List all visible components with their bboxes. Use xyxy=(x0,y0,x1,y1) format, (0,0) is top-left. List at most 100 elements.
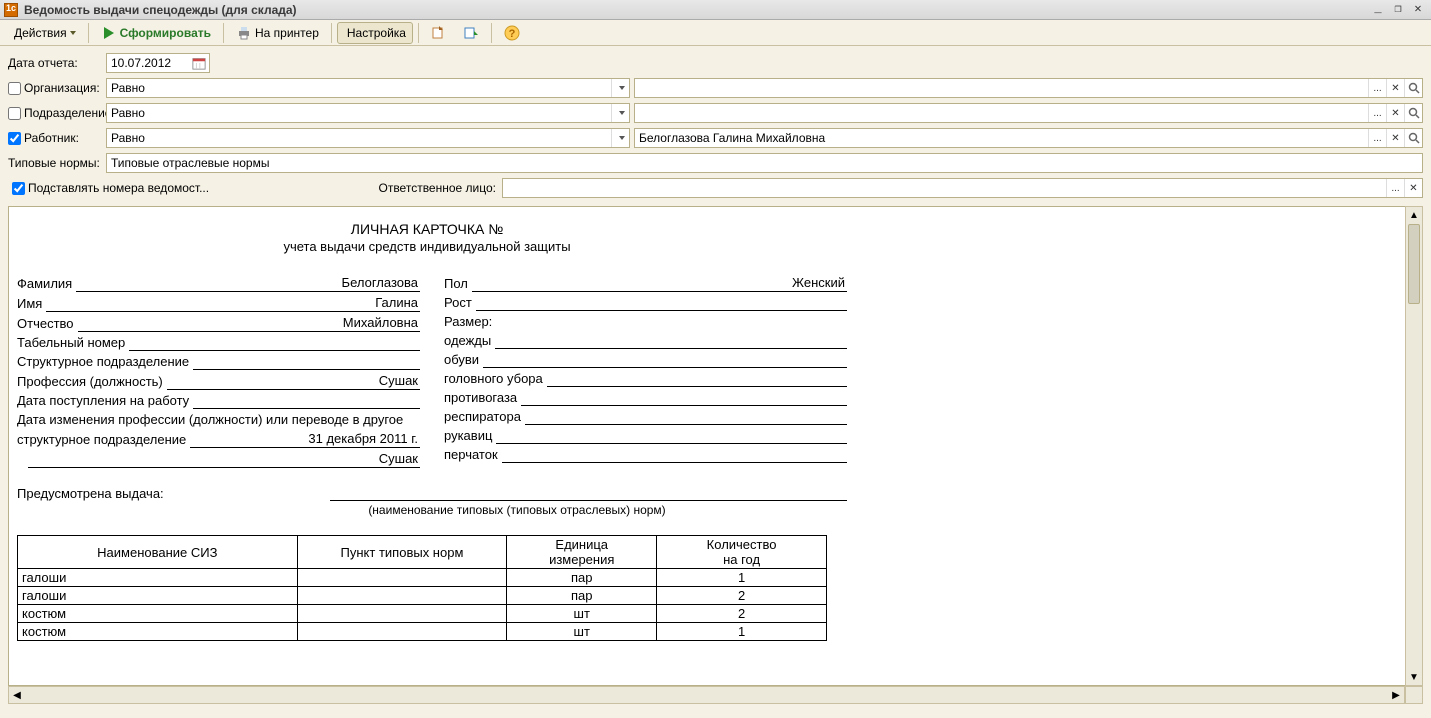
norms-field[interactable]: Типовые отраслевые нормы xyxy=(106,153,1423,173)
respirator-value xyxy=(525,411,847,425)
emp-label-cell: Работник: xyxy=(8,131,106,145)
div-op-dropdown-button[interactable] xyxy=(611,104,629,122)
org-operator-combo[interactable]: Равно xyxy=(106,78,630,98)
date-value: 10.07.2012 xyxy=(109,56,191,70)
sex-value: Женский xyxy=(472,274,847,292)
subst-checkbox[interactable] xyxy=(12,182,25,195)
div-clear-button[interactable]: ✕ xyxy=(1386,104,1404,122)
prof-label: Профессия (должность) xyxy=(17,373,167,390)
chevron-down-icon xyxy=(619,136,625,140)
div-operator-combo[interactable]: Равно xyxy=(106,103,630,123)
scroll-thumb[interactable] xyxy=(1408,224,1420,304)
cell-name: галоши xyxy=(18,569,298,587)
org-open-button[interactable] xyxy=(1404,79,1422,97)
shoes-value xyxy=(483,354,847,368)
horizontal-scrollbar[interactable]: ◀ ▶ xyxy=(8,686,1405,704)
org-ellipsis-button[interactable]: ... xyxy=(1368,79,1386,97)
div-ellipsis-button[interactable]: ... xyxy=(1368,104,1386,122)
issue-caption: (наименование типовых (типовых отраслевы… xyxy=(187,503,847,517)
org-value-field[interactable]: ... ✕ xyxy=(634,78,1423,98)
org-clear-button[interactable]: ✕ xyxy=(1386,79,1404,97)
emp-operator-combo[interactable]: Равно xyxy=(106,128,630,148)
cell-name: костюм xyxy=(18,605,298,623)
cell-norm xyxy=(297,605,507,623)
resp-field[interactable]: ... ✕ xyxy=(502,178,1423,198)
form-button[interactable]: Сформировать xyxy=(94,22,218,44)
cell-name: костюм xyxy=(18,623,298,641)
export-button[interactable] xyxy=(424,22,454,44)
report-date-field[interactable]: 10.07.2012 xyxy=(106,53,210,73)
cell-norm xyxy=(297,587,507,605)
emp-checkbox[interactable] xyxy=(8,132,21,145)
div-label: Подразделение: xyxy=(24,106,115,120)
minimize-button[interactable]: _ xyxy=(1369,3,1387,17)
calendar-icon[interactable] xyxy=(191,55,207,71)
report-area[interactable]: ЛИЧНАЯ КАРТОЧКА № учета выдачи средств и… xyxy=(8,206,1423,686)
settings-button[interactable]: Настройка xyxy=(337,22,413,44)
div-value-field[interactable]: ... ✕ xyxy=(634,103,1423,123)
scroll-up-arrow[interactable]: ▲ xyxy=(1406,207,1422,223)
table-row: костюмшт2 xyxy=(18,605,827,623)
sizes-label: Размер: xyxy=(444,313,496,330)
cell-qty: 2 xyxy=(657,587,827,605)
gas-value xyxy=(521,392,847,406)
emp-ellipsis-button[interactable]: ... xyxy=(1368,129,1386,147)
titlebar: Ведомость выдачи спецодежды (для склада)… xyxy=(0,0,1431,20)
table-row: костюмшт1 xyxy=(18,623,827,641)
respirator-label: респиратора xyxy=(444,408,525,425)
org-checkbox[interactable] xyxy=(8,82,21,95)
app-icon xyxy=(4,3,18,17)
scroll-left-arrow[interactable]: ◀ xyxy=(9,688,25,704)
scroll-right-arrow[interactable]: ▶ xyxy=(1388,687,1404,703)
print-label: На принтер xyxy=(255,26,319,40)
firstname-label: Имя xyxy=(17,295,46,312)
svg-text:?: ? xyxy=(509,28,516,40)
doc-title-1: ЛИЧНАЯ КАРТОЧКА № xyxy=(17,221,837,237)
table-row: галошипар1 xyxy=(18,569,827,587)
subst-label: Подставлять номера ведомост... xyxy=(28,181,209,195)
emp-value-field[interactable]: Белоглазова Галина Михайловна ... ✕ xyxy=(634,128,1423,148)
emp-op-value: Равно xyxy=(107,131,611,145)
resp-clear-button[interactable]: ✕ xyxy=(1404,179,1422,197)
prof-value: Сушак xyxy=(167,372,420,390)
div-op-value: Равно xyxy=(107,106,611,120)
chevron-down-icon xyxy=(619,111,625,115)
maximize-button[interactable]: ❐ xyxy=(1389,3,1407,17)
emp-label: Работник: xyxy=(24,131,79,145)
org-op-dropdown-button[interactable] xyxy=(611,79,629,97)
print-button[interactable]: На принтер xyxy=(229,22,326,44)
help-button[interactable]: ? xyxy=(497,22,527,44)
patronym-label: Отчество xyxy=(17,315,78,332)
resp-label: Ответственное лицо: xyxy=(348,181,502,195)
import-button[interactable] xyxy=(456,22,486,44)
issue-line xyxy=(330,487,847,501)
gloves-value xyxy=(502,449,847,463)
close-button[interactable]: ✕ xyxy=(1409,3,1427,17)
emp-clear-button[interactable]: ✕ xyxy=(1386,129,1404,147)
cell-norm xyxy=(297,569,507,587)
change-label-1: Дата изменения профессии (должности) или… xyxy=(17,411,407,428)
scroll-down-arrow[interactable]: ▼ xyxy=(1406,669,1422,685)
cloth-value xyxy=(495,335,847,349)
gloves-label: перчаток xyxy=(444,446,502,463)
mittens-label: рукавиц xyxy=(444,427,496,444)
col-unit: Единицаизмерения xyxy=(507,536,657,569)
scroll-corner xyxy=(1405,686,1423,704)
play-icon xyxy=(101,25,117,41)
cell-unit: шт xyxy=(507,623,657,641)
resp-ellipsis-button[interactable]: ... xyxy=(1386,179,1404,197)
date-label: Дата отчета: xyxy=(8,56,106,70)
actions-menu[interactable]: Действия xyxy=(4,22,83,44)
norms-label: Типовые нормы: xyxy=(8,156,106,170)
div-checkbox[interactable] xyxy=(8,107,21,120)
cell-qty: 1 xyxy=(657,569,827,587)
hiredate-value xyxy=(193,395,420,409)
emp-op-dropdown-button[interactable] xyxy=(611,129,629,147)
vertical-scrollbar[interactable]: ▲ ▼ xyxy=(1405,206,1423,686)
toolbar: Действия Сформировать На принтер Настрой… xyxy=(0,20,1431,46)
lastname-value: Белоглазова xyxy=(76,274,420,292)
emp-open-button[interactable] xyxy=(1404,129,1422,147)
cell-unit: шт xyxy=(507,605,657,623)
div-label-cell: Подразделение: xyxy=(8,106,106,120)
div-open-button[interactable] xyxy=(1404,104,1422,122)
